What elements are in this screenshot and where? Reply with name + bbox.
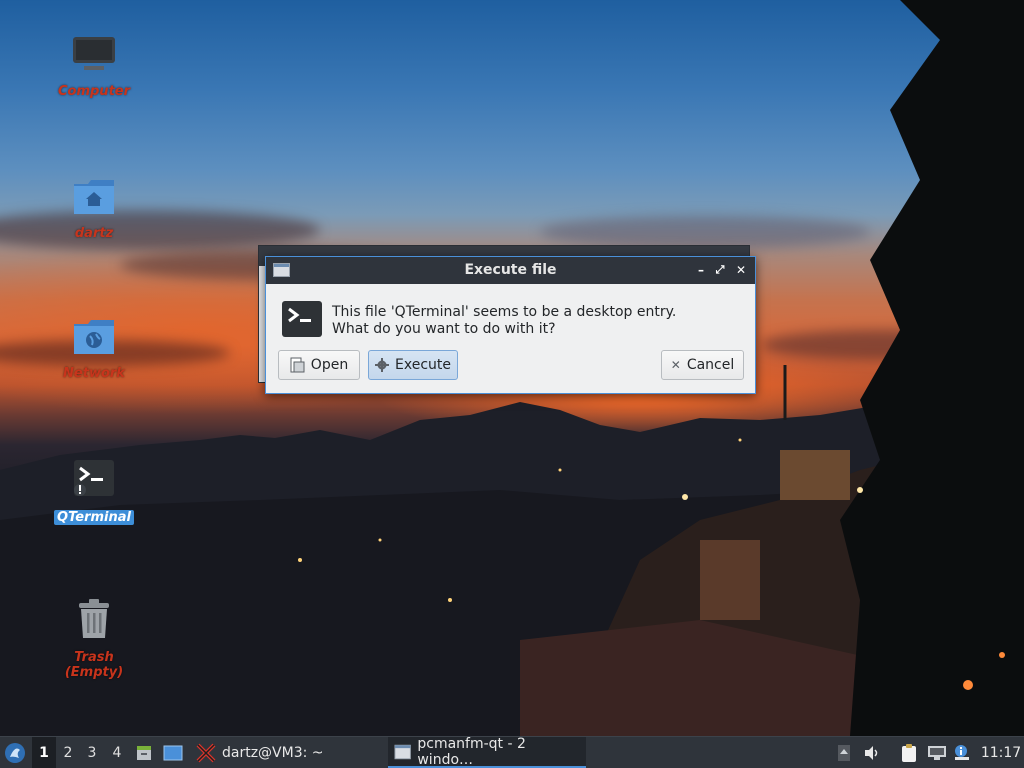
desktop-icon-label: QTerminal (54, 510, 134, 525)
home-folder-icon (74, 180, 114, 214)
desktop-icon-network[interactable]: Network (49, 318, 139, 381)
workspace-1[interactable]: 1 (32, 737, 56, 768)
open-file-icon (290, 357, 305, 373)
notification-button[interactable] (951, 737, 973, 768)
file-cabinet-icon (137, 745, 151, 760)
network-folder-icon (74, 320, 114, 354)
lxqt-logo-icon (5, 742, 25, 763)
desktop-icon-label: Computer (57, 84, 131, 99)
message-line: This file 'QTerminal' seems to be a desk… (332, 304, 677, 320)
desktop-icon-label: dartz (74, 226, 114, 241)
execute-button[interactable]: Execute (368, 350, 458, 380)
task-label: dartz@VM3: ~ (222, 744, 324, 761)
cancel-icon: ✕ (670, 358, 681, 372)
taskbar: 1 2 3 4 dartz@VM3: ~ pcmanfm-qt - 2 wind… (0, 736, 1024, 768)
file-manager-launcher[interactable] (133, 737, 155, 768)
execute-button-label: Execute (395, 357, 451, 373)
execute-file-dialog: Execute file – ⤢ ✕ This file 'QTerminal'… (265, 256, 756, 394)
dialog-titlebar[interactable]: Execute file – ⤢ ✕ (266, 257, 755, 284)
trash-icon (79, 599, 109, 638)
cancel-button-label: Cancel (686, 357, 735, 373)
clipboard-button[interactable] (897, 737, 921, 768)
desktop-icon-home[interactable]: dartz (49, 178, 139, 241)
workspace-3[interactable]: 3 (80, 737, 104, 768)
computer-icon (73, 37, 115, 70)
show-desktop-button[interactable] (161, 737, 185, 768)
desktop-icon-label: Trash (Empty) (64, 650, 124, 680)
speaker-icon (865, 745, 878, 760)
desktop-icon-qterminal[interactable]: QTerminal (49, 458, 139, 525)
workspace-2[interactable]: 2 (56, 737, 80, 768)
desktop: Computer dartz Network QTerminal Trash (… (0, 0, 1024, 736)
desktop-icon-computer[interactable]: Computer (49, 36, 139, 99)
maximize-button[interactable]: ⤢ (712, 262, 728, 278)
dialog-message: This file 'QTerminal' seems to be a desk… (332, 304, 676, 338)
volume-button[interactable] (861, 737, 883, 768)
window-icon (394, 744, 411, 759)
clock[interactable]: 11:17 (978, 737, 1024, 768)
taskbar-task-pcmanfm[interactable]: pcmanfm-qt - 2 windo… (388, 735, 586, 768)
open-button[interactable]: Open (278, 350, 360, 380)
terminal-icon (282, 301, 322, 337)
info-icon (955, 744, 969, 760)
minimize-button[interactable]: – (693, 262, 709, 278)
arrow-up-icon (838, 744, 850, 761)
open-button-label: Open (310, 357, 349, 373)
workspace-4[interactable]: 4 (105, 737, 129, 768)
close-button[interactable]: ✕ (733, 262, 749, 278)
desktop-icon-trash[interactable]: Trash (Empty) (49, 598, 139, 680)
clipboard-icon (902, 743, 916, 762)
desktop-icon (163, 745, 183, 760)
dialog-title: Execute file (464, 262, 557, 278)
terminal-x-icon (196, 743, 216, 762)
taskbar-task-terminal[interactable]: dartz@VM3: ~ (190, 737, 380, 768)
start-menu-button[interactable] (0, 737, 30, 768)
desktop-icon-label: Network (63, 366, 125, 381)
message-line: What do you want to do with it? (332, 321, 556, 337)
tray-scroll-button[interactable] (834, 737, 854, 768)
network-status-button[interactable] (926, 737, 948, 768)
network-wired-icon (928, 745, 946, 760)
cancel-button[interactable]: ✕ Cancel (661, 350, 744, 380)
task-label: pcmanfm-qt - 2 windo… (417, 735, 526, 768)
gear-icon (375, 358, 389, 372)
terminal-icon (74, 460, 114, 496)
